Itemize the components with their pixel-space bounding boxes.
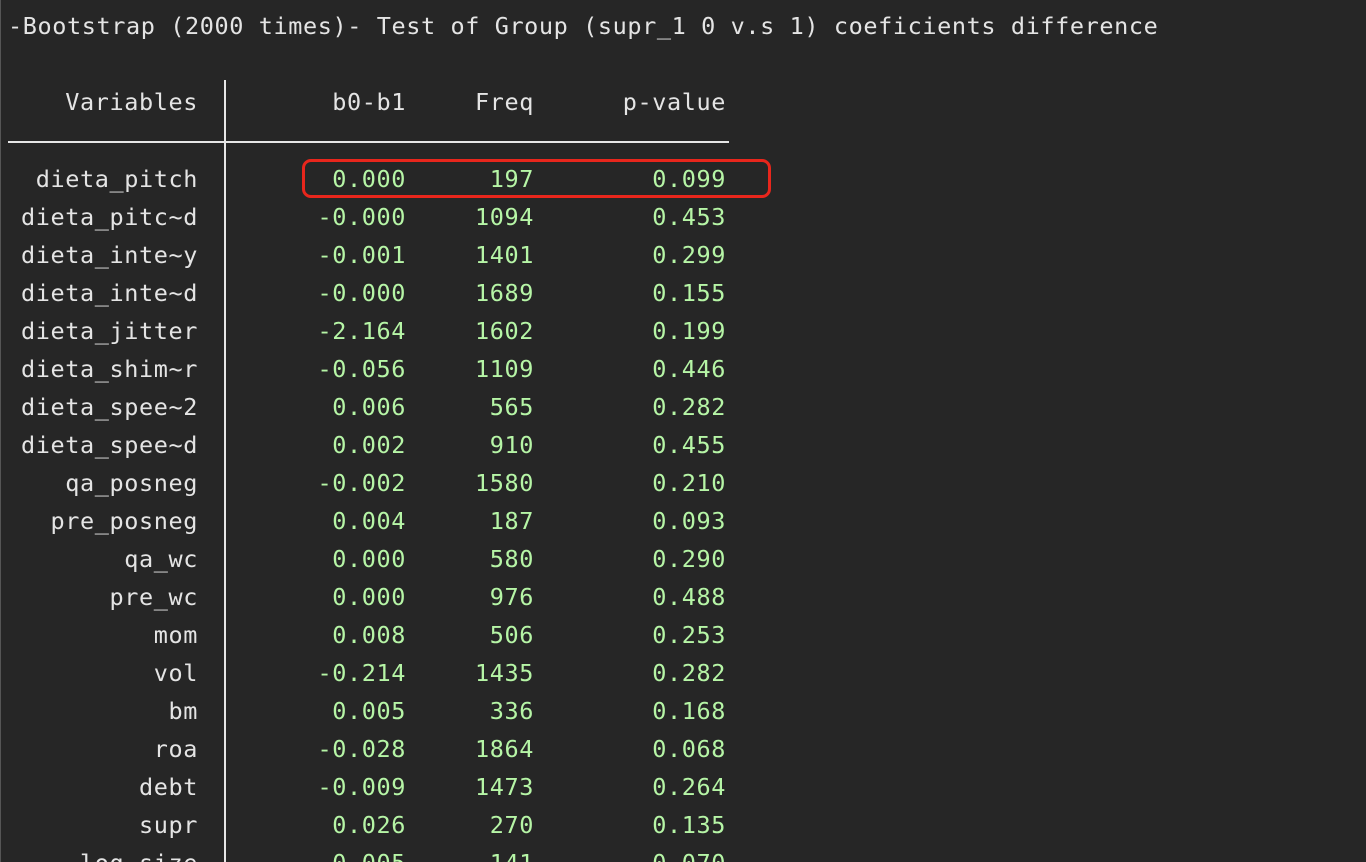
header-p-value: p-value [622,88,726,116]
variable-name: dieta_pitc~d [21,203,198,231]
freq-value: 1401 [475,241,534,269]
table-row: pre_wc 0.000 976 0.488 [0,578,760,616]
b0-b1-value: -0.002 [317,469,406,497]
freq-value: 976 [489,583,534,611]
p-value: 0.299 [652,241,726,269]
table-header-divider [8,141,729,143]
b0-b1-value: -0.056 [317,355,406,383]
variable-name: supr [139,811,198,839]
p-value: 0.168 [652,697,726,725]
p-value: 0.488 [652,583,726,611]
p-value: 0.282 [652,659,726,687]
table-row: dieta_shim~r -0.056 1109 0.446 [0,350,760,388]
b0-b1-value: 0.008 [332,621,406,649]
table-row: vol -0.214 1435 0.282 [0,654,760,692]
p-value: 0.282 [652,393,726,421]
freq-value: 910 [489,431,534,459]
variable-name: bm [168,697,198,725]
variable-name: debt [139,773,198,801]
b0-b1-value: -0.001 [317,241,406,269]
table-row: dieta_inte~d -0.000 1689 0.155 [0,274,760,312]
table-row: qa_wc 0.000 580 0.290 [0,540,760,578]
header-freq: Freq [475,88,534,116]
variable-name: mom [153,621,198,649]
variable-name: dieta_spee~d [21,431,198,459]
b0-b1-value: -0.009 [317,773,406,801]
p-value: 0.253 [652,621,726,649]
p-value: 0.453 [652,203,726,231]
p-value: 0.290 [652,545,726,573]
terminal-window: -Bootstrap (2000 times)- Test of Group (… [0,0,1366,862]
variable-name: dieta_pitch [35,165,198,193]
table-row: qa_posneg -0.002 1580 0.210 [0,464,760,502]
output-title: -Bootstrap (2000 times)- Test of Group (… [8,12,1159,40]
p-value: 0.135 [652,811,726,839]
variable-name: dieta_inte~y [21,241,198,269]
b0-b1-value: -0.028 [317,735,406,763]
b0-b1-value: 0.002 [332,431,406,459]
header-variables: Variables [65,88,198,116]
table-row: pre_posneg 0.004 187 0.093 [0,502,760,540]
variable-name: vol [153,659,198,687]
variable-name: pre_posneg [50,507,198,535]
p-value: 0.068 [652,735,726,763]
b0-b1-value: 0.004 [332,507,406,535]
variable-name: dieta_jitter [21,317,198,345]
p-value: 0.455 [652,431,726,459]
table-row: supr 0.026 270 0.135 [0,806,760,844]
table-row: dieta_inte~y -0.001 1401 0.299 [0,236,760,274]
variable-name: qa_wc [124,545,198,573]
freq-value: 1602 [475,317,534,345]
highlight-box [302,159,771,198]
table-row: mom 0.008 506 0.253 [0,616,760,654]
freq-value: 565 [489,393,534,421]
freq-value: 1435 [475,659,534,687]
table-row: roa -0.028 1864 0.068 [0,730,760,768]
p-value: 0.199 [652,317,726,345]
table-row: dieta_spee~d 0.002 910 0.455 [0,426,760,464]
p-value: 0.264 [652,773,726,801]
table-row: dieta_jitter -2.164 1602 0.199 [0,312,760,350]
freq-value: 1473 [475,773,534,801]
freq-value: 141 [490,844,534,862]
freq-value: 1109 [475,355,534,383]
freq-value: 506 [489,621,534,649]
p-value: 0.093 [652,507,726,535]
p-value: 0.155 [652,279,726,307]
freq-value: 336 [489,697,534,725]
b0-b1-value: 0.005 [332,697,406,725]
table-row: log_size 0.005 141 0.070 [0,844,760,862]
variable-name: dieta_spee~2 [21,393,198,421]
freq-value: 187 [489,507,534,535]
b0-b1-value: 0.000 [332,583,406,611]
variable-name: dieta_shim~r [21,355,198,383]
freq-value: 1094 [475,203,534,231]
header-b0-b1: b0-b1 [332,88,406,116]
table-row: bm 0.005 336 0.168 [0,692,760,730]
b0-b1-value: 0.000 [332,545,406,573]
b0-b1-value: 0.006 [332,393,406,421]
b0-b1-value: -0.000 [317,203,406,231]
table-row: dieta_spee~2 0.006 565 0.282 [0,388,760,426]
table-row: dieta_pitc~d -0.000 1094 0.453 [0,198,760,236]
freq-value: 1864 [475,735,534,763]
b0-b1-value: 0.026 [332,811,406,839]
p-value: 0.446 [652,355,726,383]
variable-name: log_size [80,844,198,862]
freq-value: 1580 [475,469,534,497]
b0-b1-value: 0.005 [332,844,406,862]
variable-name: qa_posneg [65,469,198,497]
b0-b1-value: -0.214 [317,659,406,687]
table-row: debt -0.009 1473 0.264 [0,768,760,806]
freq-value: 1689 [475,279,534,307]
b0-b1-value: -2.164 [317,317,406,345]
p-value: 0.070 [652,844,726,862]
freq-value: 580 [489,545,534,573]
freq-value: 270 [489,811,534,839]
variable-name: pre_wc [109,583,198,611]
variable-name: roa [153,735,198,763]
variable-name: dieta_inte~d [21,279,198,307]
b0-b1-value: -0.000 [317,279,406,307]
p-value: 0.210 [652,469,726,497]
